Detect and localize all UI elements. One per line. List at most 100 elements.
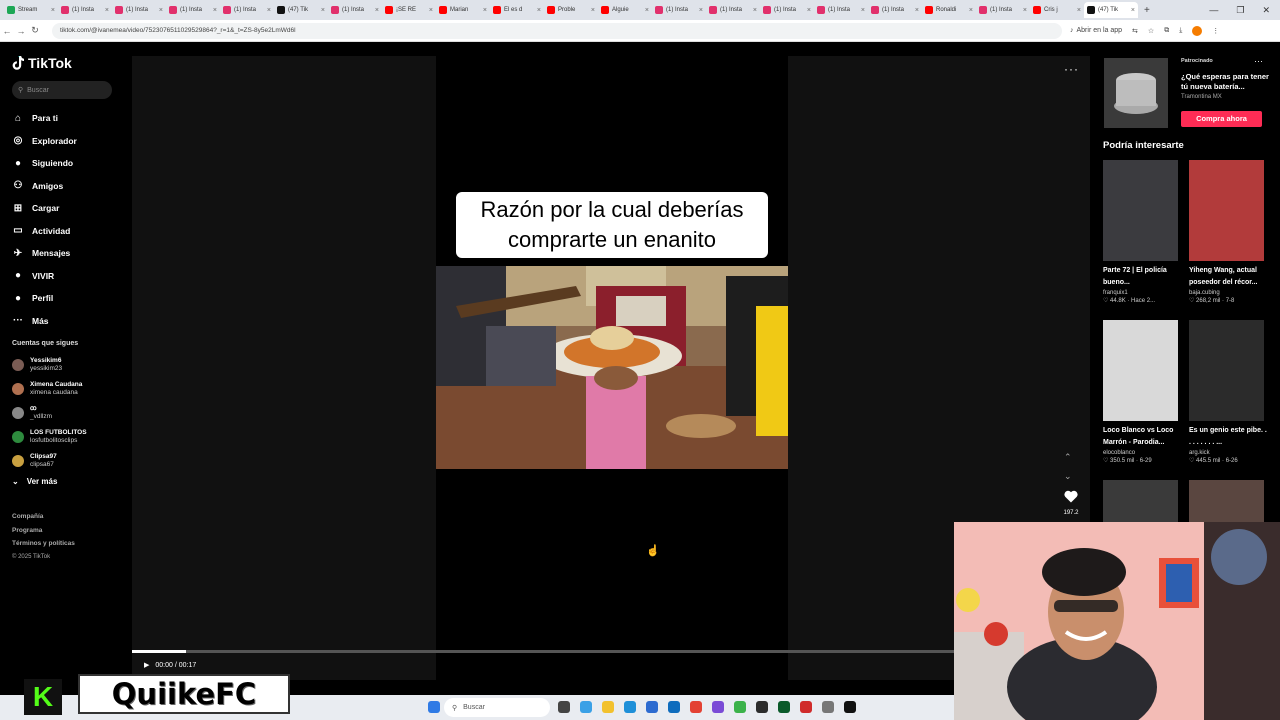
minimize-icon[interactable]: — xyxy=(1209,5,1218,15)
sidebar-item-ms[interactable]: ··· Más xyxy=(12,310,132,333)
maximize-icon[interactable]: ❐ xyxy=(1236,5,1244,16)
browser-tab[interactable]: (1) Insta × xyxy=(760,2,814,18)
sidebar-item-vivir[interactable]: ● VIVIR xyxy=(12,265,132,288)
tab-close-icon[interactable]: × xyxy=(969,7,973,14)
footer-link-program[interactable]: Programa xyxy=(12,524,132,538)
like-button[interactable]: 197.2 xyxy=(1060,490,1082,516)
tab-close-icon[interactable]: × xyxy=(51,7,55,14)
footer-link-terms[interactable]: Términos y políticas xyxy=(12,537,132,551)
edge-icon[interactable] xyxy=(624,701,636,713)
next-video-icon[interactable]: ⌄ xyxy=(1064,471,1072,482)
task-view-icon[interactable] xyxy=(558,701,570,713)
taskbar-search[interactable]: ⚲ Buscar xyxy=(444,698,550,717)
outlook-icon[interactable] xyxy=(668,701,680,713)
tiktok-logo[interactable]: TikTok xyxy=(12,55,132,71)
sidebar-item-amigos[interactable]: ⚇ Amigos xyxy=(12,175,132,198)
browser-tab[interactable]: Cris j × xyxy=(1030,2,1084,18)
tab-close-icon[interactable]: × xyxy=(483,7,487,14)
browser-tab[interactable]: Stream × xyxy=(4,2,58,18)
extensions-icon[interactable]: ⧉ xyxy=(1164,27,1169,35)
sidebar-search[interactable]: ⚲ Buscar xyxy=(12,81,112,99)
see-more-button[interactable]: ⌄ Ver más xyxy=(12,477,132,486)
tab-close-icon[interactable]: × xyxy=(1023,7,1027,14)
profile-avatar[interactable] xyxy=(1192,25,1203,36)
recommended-video-card[interactable]: Loco Blanco vs Loco Marrón - Parodia... e… xyxy=(1103,320,1181,464)
video-thumbnail[interactable] xyxy=(1189,320,1264,421)
card-title[interactable]: Es un genio este pibe. . . . . . . . . .… xyxy=(1189,425,1267,449)
close-window-icon[interactable]: ✕ xyxy=(1262,5,1270,16)
sidebar-item-parati[interactable]: ⌂ Para ti xyxy=(12,107,132,130)
browser-tab[interactable]: Alguie × xyxy=(598,2,652,18)
video-more-options-icon[interactable]: ··· xyxy=(1064,62,1079,76)
previous-video-icon[interactable]: ⌃ xyxy=(1064,452,1072,463)
browser-tab[interactable]: (1) Insta × xyxy=(976,2,1030,18)
sidebar-item-siguiendo[interactable]: ● Siguiendo xyxy=(12,152,132,175)
sidebar-item-actividad[interactable]: ▭ Actividad xyxy=(12,220,132,243)
tab-close-icon[interactable]: × xyxy=(699,7,703,14)
tab-close-icon[interactable]: × xyxy=(429,7,433,14)
tab-close-icon[interactable]: × xyxy=(267,7,271,14)
tab-close-icon[interactable]: × xyxy=(321,7,325,14)
browser-tab[interactable]: (1) Insta × xyxy=(112,2,166,18)
back-icon[interactable]: ← xyxy=(0,26,14,36)
card-title[interactable]: Loco Blanco vs Loco Marrón - Parodia... xyxy=(1103,425,1181,449)
tab-close-icon[interactable]: × xyxy=(591,7,595,14)
tab-close-icon[interactable]: × xyxy=(159,7,163,14)
tab-close-icon[interactable]: × xyxy=(375,7,379,14)
translate-icon[interactable]: ⇆ xyxy=(1132,27,1138,35)
sidebar-item-explorador[interactable]: ◎ Explorador xyxy=(12,130,132,153)
obs-icon[interactable] xyxy=(756,701,768,713)
followed-account[interactable]: LOS FUTBOLITOS losfutbolitosclips xyxy=(12,425,132,449)
browser-tab[interactable]: (1) Insta × xyxy=(58,2,112,18)
footer-link-company[interactable]: Compañía xyxy=(12,510,132,524)
tab-close-icon[interactable]: × xyxy=(861,7,865,14)
play-icon[interactable]: ▶ xyxy=(144,661,149,669)
browser-menu-icon[interactable]: ⋮ xyxy=(1212,27,1219,35)
card-title[interactable]: Parte 72 | El policía bueno... xyxy=(1103,265,1181,289)
browser-tab[interactable]: (1) Insta × xyxy=(814,2,868,18)
browser-tab[interactable]: (1) Insta × xyxy=(166,2,220,18)
url-field[interactable]: tiktok.com/@ivanemea/video/7523076511029… xyxy=(52,22,1062,39)
tab-close-icon[interactable]: × xyxy=(753,7,757,14)
browser-tab[interactable]: Marian × xyxy=(436,2,490,18)
card-title[interactable]: Yiheng Wang, actual poseedor del récor..… xyxy=(1189,265,1267,289)
browser-tab[interactable]: (47) Tik × xyxy=(1084,2,1138,18)
browser-tab[interactable]: (47) Tik × xyxy=(274,2,328,18)
tab-close-icon[interactable]: × xyxy=(915,7,919,14)
tab-close-icon[interactable]: × xyxy=(1131,7,1135,14)
ad-title[interactable]: ¿Qué esperas para tener tú nueva batería… xyxy=(1181,72,1271,92)
app-icon-red[interactable] xyxy=(800,701,812,713)
settings-gear-icon[interactable] xyxy=(822,701,834,713)
card-author[interactable]: arg.kick xyxy=(1189,450,1267,456)
video-thumbnail[interactable] xyxy=(1189,160,1264,261)
tab-close-icon[interactable]: × xyxy=(1077,7,1081,14)
browser-tab[interactable]: (1) Insta × xyxy=(652,2,706,18)
browser-tab[interactable]: (1) Insta × xyxy=(328,2,382,18)
app-icon-dark-green[interactable] xyxy=(778,701,790,713)
downloads-icon[interactable]: ⤓ xyxy=(1179,27,1182,35)
browser-tab[interactable]: El es d × xyxy=(490,2,544,18)
ad-brand[interactable]: Tramontina MX xyxy=(1181,94,1222,100)
open-in-app-button[interactable]: ♪ Abrir en la app xyxy=(1070,27,1122,34)
reload-icon[interactable]: ↻ xyxy=(28,25,42,36)
card-author[interactable]: franquix1 xyxy=(1103,290,1181,296)
discord-icon[interactable] xyxy=(712,701,724,713)
buy-now-button[interactable]: Compra ahora xyxy=(1181,111,1262,127)
bookmark-star-icon[interactable]: ☆ xyxy=(1148,27,1154,35)
recommended-video-card[interactable]: Parte 72 | El policía bueno... franquix1 ♡… xyxy=(1103,160,1181,304)
tab-close-icon[interactable]: × xyxy=(105,7,109,14)
browser-tab[interactable]: Ronaldi × xyxy=(922,2,976,18)
tab-close-icon[interactable]: × xyxy=(645,7,649,14)
file-explorer-icon[interactable] xyxy=(602,701,614,713)
windows-start-icon[interactable] xyxy=(428,701,440,713)
browser-tab[interactable]: (1) Insta × xyxy=(220,2,274,18)
followed-account[interactable]: Clipsa97 clipsa67 xyxy=(12,449,132,473)
ad-thumbnail[interactable] xyxy=(1104,58,1168,128)
sidebar-item-mensajes[interactable]: ✈ Mensajes xyxy=(12,242,132,265)
video-thumbnail[interactable] xyxy=(1189,480,1264,522)
tab-close-icon[interactable]: × xyxy=(807,7,811,14)
sidebar-item-perfil[interactable]: ● Perfil xyxy=(12,287,132,310)
chrome-icon[interactable] xyxy=(690,701,702,713)
app-icon-green[interactable] xyxy=(734,701,746,713)
new-tab-icon[interactable]: + xyxy=(1144,5,1150,16)
